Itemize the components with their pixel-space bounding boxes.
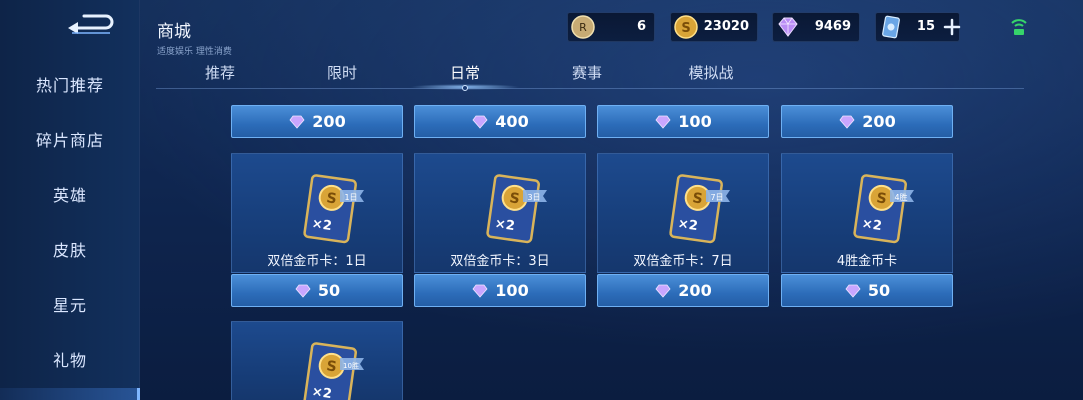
- currency-diamond: 9469: [772, 12, 860, 42]
- add-ticket-button[interactable]: [943, 16, 961, 38]
- duration-badge: 10胜: [343, 361, 359, 370]
- shop-item-card[interactable]: S ×2 7日 双倍金币卡：7日: [597, 153, 769, 273]
- shop-item-card[interactable]: S ×2 10胜: [231, 321, 403, 400]
- duration-badge: 3日: [527, 193, 540, 202]
- currency-coupon: R 6: [567, 12, 655, 42]
- currency-value: 9469: [814, 19, 851, 34]
- tab-limited[interactable]: 限时: [327, 62, 357, 83]
- diamond-icon: [839, 115, 855, 129]
- diamond-icon: [472, 115, 488, 129]
- diamond-icon: [295, 284, 311, 298]
- price-value: 100: [678, 112, 712, 131]
- tab-simulation[interactable]: 模拟战: [688, 62, 733, 83]
- sidebar-item-starmeta[interactable]: 星元: [0, 278, 140, 330]
- buy-button[interactable]: 100: [414, 274, 586, 307]
- item-name: 双倍金币卡：3日: [450, 254, 550, 269]
- tab-divider: [156, 88, 1024, 89]
- tab-recommend[interactable]: 推荐: [205, 62, 235, 83]
- buy-button[interactable]: 50: [781, 274, 953, 307]
- item-name: 双倍金币卡：1日: [267, 254, 367, 269]
- tab-events[interactable]: 赛事: [572, 62, 602, 83]
- sidebar-item-label: 热门推荐: [35, 76, 104, 95]
- wifi-signal-icon: [1011, 19, 1027, 35]
- price-value: 200: [312, 112, 346, 131]
- page-subtitle: 适度娱乐 理性消费: [157, 47, 232, 57]
- price-value: 50: [317, 281, 341, 300]
- currency-value: 15: [916, 19, 935, 34]
- back-arrow-icon[interactable]: [66, 14, 116, 40]
- price-value: 200: [862, 112, 896, 131]
- buy-button[interactable]: 400: [414, 105, 586, 138]
- currency-value: 6: [636, 19, 646, 34]
- buy-button[interactable]: 200: [231, 105, 403, 138]
- tab-active-dot: [462, 85, 468, 91]
- buy-button[interactable]: 50: [231, 274, 403, 307]
- diamond-icon: [655, 115, 671, 129]
- shop-item-card[interactable]: S ×2 1日 双倍金币卡：1日: [231, 153, 403, 273]
- currency-value: 23020: [703, 19, 749, 34]
- win-gold-card-icon: S ×2 10胜: [303, 342, 364, 400]
- item-name: 双倍金币卡：7日: [633, 254, 733, 269]
- duration-badge: 4胜: [894, 192, 907, 202]
- price-value: 400: [495, 112, 529, 131]
- buy-button[interactable]: 100: [597, 105, 769, 138]
- multiplier-label: ×2: [677, 216, 699, 234]
- buy-button[interactable]: 200: [597, 274, 769, 307]
- sidebar-item-heroes[interactable]: 英雄: [0, 168, 140, 220]
- price-value: 200: [678, 281, 712, 300]
- sidebar-item-label: 皮肤: [52, 241, 87, 260]
- sidebar-item-label: 礼物: [52, 351, 87, 370]
- multiplier-label: ×2: [861, 216, 883, 234]
- multiplier-label: ×2: [311, 216, 333, 234]
- diamond-icon: [472, 284, 488, 298]
- diamond-icon: [845, 284, 861, 298]
- buy-button[interactable]: 200: [781, 105, 953, 138]
- tab-daily[interactable]: 日常: [450, 62, 480, 83]
- page-title: 商城: [157, 22, 191, 42]
- sidebar-item-skins[interactable]: 皮肤: [0, 223, 140, 275]
- svg-text:R: R: [579, 21, 587, 34]
- diamond-icon: [289, 115, 305, 129]
- multiplier-label: ×2: [494, 216, 516, 234]
- shop-item-card[interactable]: S ×2 3日 双倍金币卡：3日: [414, 153, 586, 273]
- coupon-icon: R: [571, 15, 595, 39]
- currency-ticket: 15: [875, 12, 961, 42]
- price-value: 50: [867, 281, 891, 300]
- sidebar-item-label: 碎片商店: [35, 131, 104, 150]
- currency-gold: S 23020: [670, 12, 758, 42]
- sidebar-item-label: 英雄: [52, 186, 87, 205]
- multiplier-label: ×2: [311, 384, 333, 400]
- win-gold-card-icon: S ×2 4胜: [853, 174, 914, 244]
- item-name: 4胜金币卡: [836, 254, 898, 269]
- sidebar-item-selected[interactable]: [0, 388, 140, 400]
- sidebar-item-fragment-shop[interactable]: 碎片商店: [0, 113, 140, 165]
- diamond-icon: [655, 284, 671, 298]
- duration-badge: 7日: [710, 193, 723, 202]
- sidebar: 热门推荐 碎片商店 英雄 皮肤 星元 礼物: [0, 0, 140, 400]
- diamond-icon: [778, 17, 798, 37]
- card-ticket-icon: [882, 15, 900, 39]
- sidebar-item-hot[interactable]: 热门推荐: [0, 58, 140, 110]
- duration-badge: 1日: [344, 193, 357, 202]
- sidebar-item-gifts[interactable]: 礼物: [0, 333, 140, 385]
- double-gold-card-icon: S ×2 7日: [669, 174, 730, 244]
- svg-text:S: S: [681, 21, 690, 36]
- sidebar-item-label: 星元: [52, 296, 87, 315]
- shop-item-card[interactable]: S ×2 4胜 4胜金币卡: [781, 153, 953, 273]
- price-value: 100: [495, 281, 529, 300]
- tab-bar: 推荐 限时 日常 赛事 模拟战: [156, 58, 1024, 91]
- double-gold-card-icon: S ×2 1日: [303, 174, 364, 244]
- double-gold-card-icon: S ×2 3日: [486, 174, 547, 244]
- gold-coin-icon: S: [674, 15, 698, 39]
